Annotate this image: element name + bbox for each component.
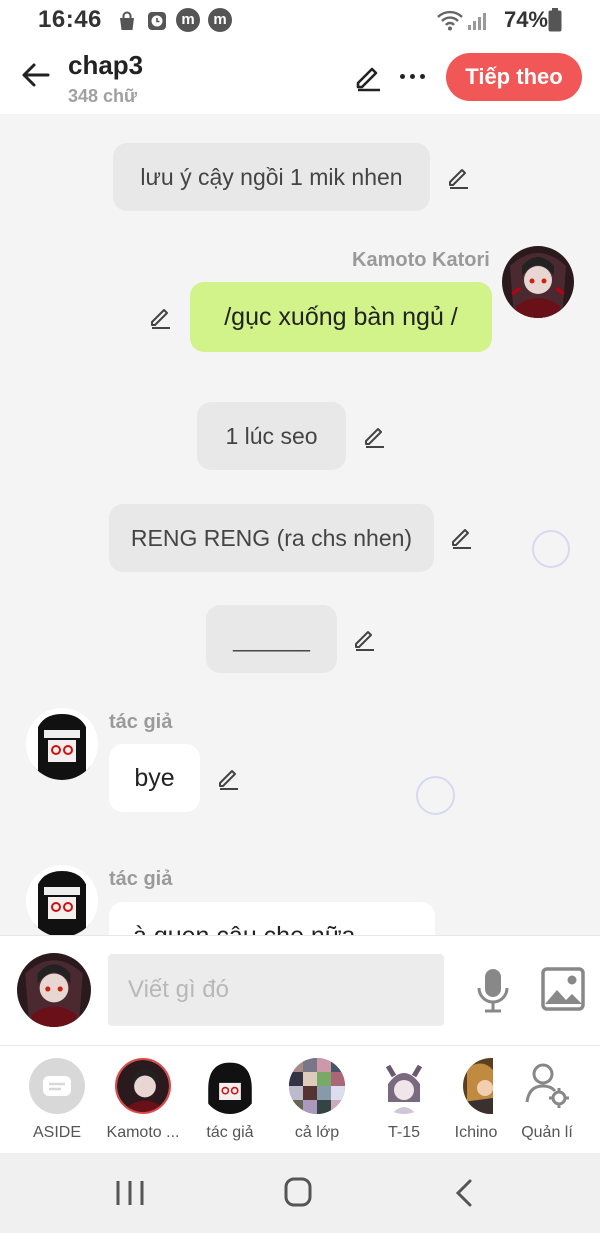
avatar bbox=[115, 1058, 171, 1114]
author-message-bubble[interactable]: bye bbox=[109, 744, 200, 812]
edit-pencil-icon[interactable] bbox=[148, 304, 174, 330]
next-button[interactable]: Tiếp theo bbox=[446, 53, 582, 101]
avatar bbox=[202, 1058, 258, 1114]
selected-character-avatar[interactable] bbox=[17, 953, 91, 1027]
edit-pencil-icon[interactable] bbox=[352, 61, 384, 93]
character-ca-lop[interactable]: cả lớp bbox=[272, 1058, 362, 1154]
m-app-icon: m bbox=[208, 8, 232, 32]
character-label: tác giả bbox=[206, 1124, 254, 1141]
edit-pencil-icon[interactable] bbox=[446, 164, 472, 190]
composer-bar: Viết gì đó bbox=[0, 935, 600, 1045]
avatar bbox=[289, 1058, 345, 1114]
narration-bubble[interactable]: lưu ý cậy ngồi 1 mik nhen bbox=[113, 143, 430, 211]
speaker-name: tác giả bbox=[109, 711, 173, 733]
author-message-bubble[interactable]: à quen cậu che nữa bbox=[109, 902, 435, 935]
avatar[interactable] bbox=[26, 708, 98, 780]
character-aside[interactable]: ASIDE bbox=[12, 1058, 102, 1154]
edit-pencil-icon[interactable] bbox=[216, 765, 242, 791]
speaker-name: Kamoto Katori bbox=[352, 249, 490, 271]
aside-chat-icon bbox=[29, 1058, 85, 1114]
clock-app-icon bbox=[148, 12, 166, 30]
character-label: Ichino bbox=[454, 1124, 498, 1141]
author-avatar-image bbox=[26, 865, 98, 935]
back-arrow-icon[interactable] bbox=[18, 57, 54, 93]
character-tac-gia[interactable]: tác giả bbox=[185, 1058, 275, 1154]
edit-pencil-icon[interactable] bbox=[352, 626, 378, 652]
edit-pencil-icon[interactable] bbox=[449, 524, 475, 550]
home-icon[interactable] bbox=[278, 1175, 318, 1211]
kamoto-avatar-image bbox=[17, 953, 91, 1027]
character-label: Quản lí bbox=[521, 1124, 573, 1141]
avatar[interactable] bbox=[26, 865, 98, 935]
more-options-icon[interactable] bbox=[398, 64, 428, 88]
battery-percent: 74% bbox=[503, 7, 548, 32]
touch-indicator bbox=[532, 530, 570, 568]
signal-icon bbox=[468, 13, 486, 30]
kamoto-avatar-image bbox=[502, 246, 574, 318]
wifi-icon bbox=[437, 10, 463, 31]
narration-bubble[interactable]: 1 lúc seo bbox=[197, 402, 346, 470]
m-app-icon: m bbox=[176, 8, 200, 32]
battery-icon bbox=[548, 8, 562, 32]
avatar[interactable] bbox=[502, 246, 574, 318]
character-label: ASIDE bbox=[32, 1124, 81, 1141]
character-label: Kamoto ... bbox=[106, 1124, 180, 1141]
chapter-header: chap3 348 chữ Tiếp theo bbox=[0, 40, 600, 114]
image-icon[interactable] bbox=[540, 966, 586, 1012]
microphone-icon[interactable] bbox=[474, 966, 512, 1014]
status-bar: 16:46 m m 74% bbox=[0, 0, 600, 40]
status-time: 16:46 bbox=[38, 6, 102, 33]
character-selector: ASIDE Kamoto ... tác giả cả lớp T-15 Ich… bbox=[0, 1045, 600, 1153]
character-manage[interactable]: Quản lí bbox=[502, 1058, 592, 1154]
character-message-bubble[interactable]: /gục xuống bàn ngủ / bbox=[190, 282, 492, 352]
edit-pencil-icon[interactable] bbox=[362, 423, 388, 449]
chapter-title: chap3 bbox=[68, 50, 144, 80]
narration-bubble[interactable]: ______ bbox=[206, 605, 337, 673]
avatar bbox=[463, 1058, 493, 1114]
back-nav-icon[interactable] bbox=[446, 1175, 486, 1211]
narration-bubble[interactable]: RENG RENG (ra chs nhen) bbox=[109, 504, 434, 572]
touch-indicator bbox=[416, 776, 455, 815]
character-label: T-15 bbox=[387, 1124, 420, 1141]
word-count: 348 chữ bbox=[68, 86, 138, 106]
chat-area[interactable]: lưu ý cậy ngồi 1 mik nhen Kamoto Katori … bbox=[0, 114, 600, 935]
message-input[interactable]: Viết gì đó bbox=[108, 954, 444, 1026]
author-avatar-image bbox=[26, 708, 98, 780]
character-kamoto[interactable]: Kamoto ... bbox=[98, 1058, 188, 1154]
recent-apps-icon[interactable] bbox=[110, 1175, 150, 1211]
character-t15[interactable]: T-15 bbox=[359, 1058, 449, 1154]
system-navigation-bar bbox=[0, 1153, 600, 1233]
avatar bbox=[376, 1058, 432, 1114]
user-settings-icon bbox=[519, 1058, 575, 1114]
shopping-bag-icon bbox=[120, 11, 134, 30]
character-label: cả lớp bbox=[294, 1124, 340, 1141]
speaker-name: tác giả bbox=[109, 868, 173, 890]
